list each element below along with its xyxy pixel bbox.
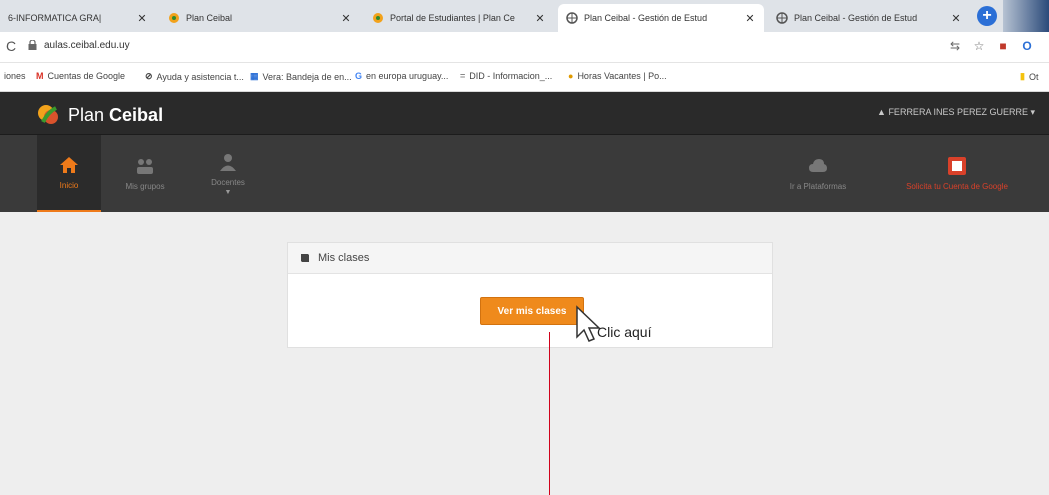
bookmark-item[interactable]: M Cuentas de Google xyxy=(36,71,125,81)
bookmark-item[interactable]: ⊘ Ayuda y asistencia t... xyxy=(145,71,244,82)
panel-title: Mis clases xyxy=(318,252,370,264)
user-name: FERRERA INES PEREZ GUERRE xyxy=(888,107,1028,117)
book-icon xyxy=(301,254,309,262)
close-icon[interactable]: ✕ xyxy=(534,12,546,25)
tab-title: Portal de Estudiantes | Plan Ce xyxy=(390,13,515,23)
google-account-icon xyxy=(948,157,966,175)
close-icon[interactable]: ✕ xyxy=(340,12,352,25)
globe-icon xyxy=(776,12,788,24)
new-tab-button[interactable]: + xyxy=(977,6,997,26)
profile-icon[interactable]: O xyxy=(1020,39,1034,53)
bookmark-item[interactable]: ▦ Vera: Bandeja de en... xyxy=(250,71,352,82)
bookmark-label: Ot xyxy=(1028,71,1039,82)
main-menu: Inicio Mis grupos Docentes ▼ Ir a Plataf… xyxy=(0,134,1049,212)
menu-item-docentes[interactable]: Docentes ▼ xyxy=(196,135,260,212)
bookmark-item[interactable]: ● Horas Vacantes | Po... xyxy=(568,71,667,81)
hours-icon: ● xyxy=(568,71,574,81)
browser-tab[interactable]: 6-INFORMATICA GRA| ✕ xyxy=(0,4,156,32)
callout-text: Clic aquí xyxy=(597,324,652,340)
window-controls xyxy=(1003,0,1049,32)
user-icon xyxy=(220,153,236,171)
ceibal-icon xyxy=(372,12,384,24)
translate-icon[interactable]: ⇆ xyxy=(948,39,962,53)
menu-item-inicio[interactable]: Inicio xyxy=(37,135,101,212)
star-icon[interactable]: ☆ xyxy=(972,39,986,53)
cloud-icon xyxy=(809,159,827,172)
groups-icon xyxy=(137,159,153,174)
address-bar: C aulas.ceibal.edu.uy ⇆ ☆ ■ O xyxy=(0,32,1049,63)
tab-title: Plan Ceibal xyxy=(186,13,233,23)
extension-icon[interactable]: ■ xyxy=(996,39,1010,53)
bookmark-label: Horas Vacantes | Po... xyxy=(577,71,667,81)
menu-item-mis-grupos[interactable]: Mis grupos xyxy=(110,135,180,212)
google-icon: G xyxy=(355,71,363,81)
brand-ceibal: Ceibal xyxy=(109,104,164,125)
url-text[interactable]: aulas.ceibal.edu.uy xyxy=(44,40,130,51)
menu-label: Solicita tu Cuenta de Google xyxy=(906,182,1008,191)
bookmark-label: Ayuda y asistencia t... xyxy=(156,71,244,82)
menu-label: Inicio xyxy=(59,181,79,190)
caret-down-icon: ▼ xyxy=(224,188,232,196)
bookmark-item[interactable]: ▮ Ot xyxy=(1020,71,1038,82)
lock-icon xyxy=(28,40,37,50)
globe-icon: ⊘ xyxy=(145,71,153,81)
bookmark-label: Cuentas de Google xyxy=(47,71,126,81)
panel-header: Mis clases xyxy=(288,243,772,274)
ceibal-icon xyxy=(168,12,180,24)
browser-tab-active[interactable]: Plan Ceibal - Gestión de Estud ✕ xyxy=(558,4,764,32)
browser-tab-strip: 6-INFORMATICA GRA| ✕ Plan Ceibal ✕ Porta… xyxy=(0,0,1049,32)
annotation-line xyxy=(549,332,550,495)
bookmark-label: en europa uruguay... xyxy=(366,71,449,81)
did-icon: = xyxy=(460,71,466,81)
site-header: Plan Ceibal ▲ FERRERA INES PEREZ GUERRE … xyxy=(0,92,1049,134)
close-icon[interactable]: ✕ xyxy=(950,12,962,25)
browser-tab[interactable]: Plan Ceibal ✕ xyxy=(160,4,360,32)
tab-title: Plan Ceibal - Gestión de Estud xyxy=(794,13,918,23)
home-icon xyxy=(60,157,78,173)
mail-icon: ▦ xyxy=(250,71,259,81)
brand-plan: Plan xyxy=(68,104,105,125)
menu-item-cuenta-google[interactable]: Solicita tu Cuenta de Google xyxy=(868,135,1046,212)
brand-text: Plan Ceibal xyxy=(68,105,163,126)
folder-icon: ▮ xyxy=(1020,71,1025,81)
close-icon[interactable]: ✕ xyxy=(136,12,148,25)
bookmark-item[interactable]: = DID - Informacion_... xyxy=(460,71,552,81)
user-menu[interactable]: ▲ FERRERA INES PEREZ GUERRE ▾ xyxy=(877,107,1035,118)
menu-item-plataformas[interactable]: Ir a Plataformas xyxy=(774,135,862,212)
bookmark-item[interactable]: iones xyxy=(4,71,26,81)
browser-tab[interactable]: Plan Ceibal - Gestión de Estud ✕ xyxy=(768,4,970,32)
gmail-icon: M xyxy=(36,71,44,81)
bookmark-label: DID - Informacion_... xyxy=(469,71,553,81)
bookmark-label: Vera: Bandeja de en... xyxy=(262,71,352,82)
tab-title: 6-INFORMATICA GRA| xyxy=(8,13,102,23)
reload-icon[interactable]: C xyxy=(6,38,16,54)
menu-label: Mis grupos xyxy=(125,182,165,191)
bookmark-label: iones xyxy=(4,71,26,81)
menu-label: Docentes xyxy=(211,177,245,187)
ver-mis-clases-button[interactable]: Ver mis clases xyxy=(480,297,584,325)
plan-ceibal-logo[interactable]: Plan Ceibal xyxy=(36,102,163,128)
user-icon: ▲ xyxy=(877,107,889,117)
mis-clases-panel: Mis clases Ver mis clases xyxy=(287,242,773,348)
browser-tab[interactable]: Portal de Estudiantes | Plan Ce ✕ xyxy=(364,4,554,32)
menu-label: Ir a Plataformas xyxy=(789,182,847,191)
tab-title: Plan Ceibal - Gestión de Estud xyxy=(584,13,708,23)
close-icon[interactable]: ✕ xyxy=(744,12,756,25)
bookmark-item[interactable]: Gen europa uruguay... xyxy=(355,71,448,81)
ceibal-logo-icon xyxy=(38,105,58,124)
bookmarks-bar: iones M Cuentas de Google ⊘ Ayuda y asiste… xyxy=(0,63,1049,92)
globe-icon xyxy=(566,12,578,24)
